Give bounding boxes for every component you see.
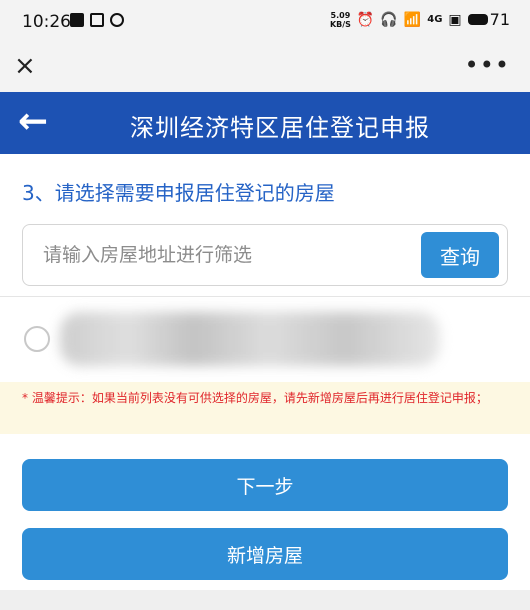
warm-tip: * 温馨提示：如果当前列表没有可供选择的房屋，请先新增房屋后再进行居住登记申报； — [0, 382, 530, 434]
page-header: ← 深圳经济特区居住登记申报 — [0, 92, 530, 154]
browser-bar: × ••• — [0, 42, 530, 92]
message-notification-icon — [90, 13, 104, 27]
signal-4g-icon: 4G — [427, 14, 443, 25]
battery-level: 71 — [489, 10, 510, 29]
status-time: 10:26 — [22, 12, 71, 32]
net-speed: 5.09 KB/S — [329, 10, 351, 29]
alarm-icon: ⏰ — [356, 11, 375, 28]
blurred-house-address — [60, 312, 440, 366]
wifi-icon: 📶 — [403, 11, 422, 28]
step-title: 3、请选择需要申报居住登记的房屋 — [22, 181, 335, 205]
house-list-item[interactable] — [0, 298, 530, 380]
photo-notification-icon — [70, 13, 84, 27]
nfc-icon: ▣ — [448, 11, 462, 28]
search-notification-icon — [110, 13, 124, 27]
headphones-icon: 🎧 — [380, 11, 398, 28]
status-system-icons: 5.09 KB/S ⏰ 🎧 📶 4G ▣ 71 — [330, 10, 510, 29]
divider — [0, 296, 530, 297]
page-title: 深圳经济特区居住登记申报 — [130, 114, 430, 142]
more-options-icon[interactable]: ••• — [465, 52, 510, 78]
status-bar: 10:26 5.09 KB/S ⏰ 🎧 📶 4G ▣ 71 — [0, 0, 530, 42]
next-step-button[interactable]: 下一步 — [22, 459, 508, 511]
status-notification-icons — [70, 13, 124, 27]
radio-unselected-icon[interactable] — [24, 326, 50, 352]
query-button[interactable]: 查询 — [421, 232, 499, 278]
battery-cell — [467, 14, 488, 25]
add-house-button[interactable]: 新增房屋 — [22, 528, 508, 580]
battery-icon: 71 — [467, 10, 510, 29]
search-box: 查询 — [22, 224, 508, 286]
bottom-area — [0, 590, 530, 610]
house-address-search-input[interactable] — [43, 239, 413, 271]
close-icon[interactable]: × — [14, 50, 36, 82]
